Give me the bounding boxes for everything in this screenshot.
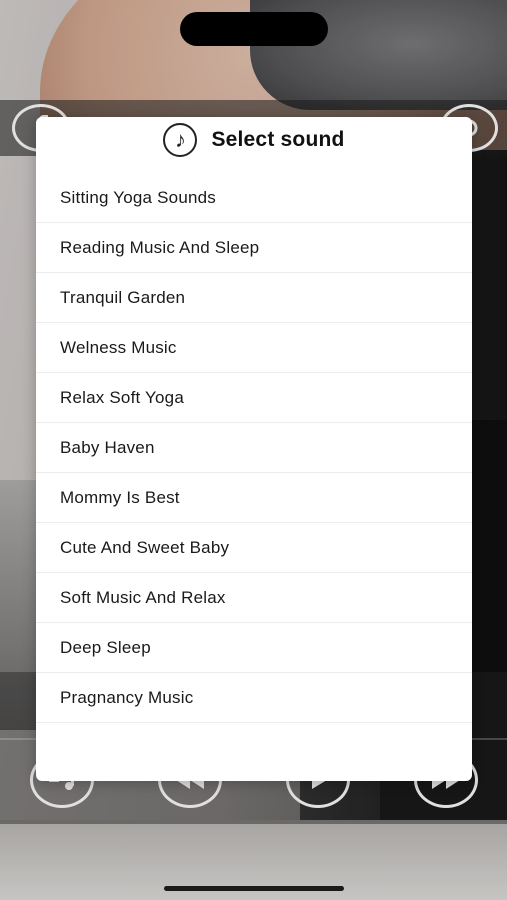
home-indicator xyxy=(164,886,344,891)
sound-list: Sitting Yoga Sounds Reading Music And Sl… xyxy=(36,173,472,723)
sound-item[interactable]: Tranquil Garden xyxy=(36,273,472,323)
device-notch xyxy=(180,12,328,46)
sound-item[interactable]: Cute And Sweet Baby xyxy=(36,523,472,573)
sound-item[interactable]: Deep Sleep xyxy=(36,623,472,673)
sound-item[interactable]: Soft Music And Relax xyxy=(36,573,472,623)
sound-item[interactable]: Relax Soft Yoga xyxy=(36,373,472,423)
dialog-header: ♪ Select sound xyxy=(36,117,472,163)
sound-item[interactable]: Baby Haven xyxy=(36,423,472,473)
select-sound-dialog: ♪ Select sound Sitting Yoga Sounds Readi… xyxy=(36,117,472,781)
sound-item[interactable]: Pragnancy Music xyxy=(36,673,472,723)
sound-item[interactable]: Sitting Yoga Sounds xyxy=(36,173,472,223)
dialog-title: Select sound xyxy=(211,128,345,151)
sound-item[interactable]: Reading Music And Sleep xyxy=(36,223,472,273)
sound-item[interactable]: Welness Music xyxy=(36,323,472,373)
sound-item[interactable]: Mommy Is Best xyxy=(36,473,472,523)
music-note-icon: ♪ xyxy=(163,123,198,157)
